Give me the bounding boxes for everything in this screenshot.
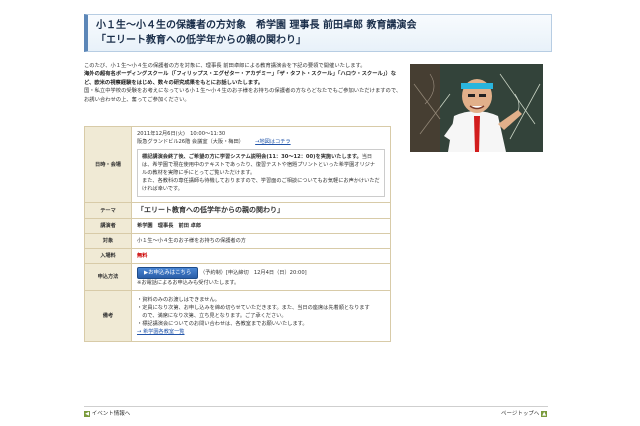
event-date: 2011年12月6日(火) 10:00〜11:30 [137, 131, 226, 137]
value-fee: 無料 [137, 253, 148, 259]
row-target: 対象 小１生〜小４生のお子様をお持ちの保護者の方 [84, 233, 391, 249]
apply-line: ▶お申込みはこちら （予約制）[申込締切 12月4日（日）20:00] [137, 267, 385, 279]
notice-bold: 標記講演会終了後、ご希望の方に学習システム説明会(11：30〜12：00)を実施… [142, 154, 362, 160]
page-top-label: ページトップへ [501, 411, 540, 417]
venue-line: 阪急グランドビル26階 会議室（大阪・梅田） →地図はコチラ [137, 138, 385, 146]
intro-paragraph-3: 国・私立中学校の受験をお考えになっている小１生〜小４生のお子様をお持ちの保護者の… [84, 88, 402, 103]
intro-paragraph-2: 海外の超有名ボーディングスクール（「フィリップス・エグゼター・アカデミー」「ザ・… [84, 71, 397, 86]
notice-text-2: また、各教科の専任講師も待機しておりますので、学習面のご相談についてもお気軽にお… [142, 178, 380, 192]
remark-1: ・資料のみのお渡しはできません。 [137, 297, 220, 303]
label-fee: 入場料 [84, 248, 132, 264]
label-remarks: 備考 [84, 290, 132, 342]
value-target: 小１生〜小４生のお子様をお持ちの保護者の方 [137, 238, 246, 244]
value-datetime: 2011年12月6日(火) 10:00〜11:30 阪急グランドビル26階 会議… [131, 126, 391, 203]
label-apply: 申込方法 [84, 263, 132, 291]
remark-3: ので、満席になり次第、立ち見となります。ご了承ください。 [137, 313, 287, 319]
explanation-notice: 標記講演会終了後、ご希望の方に学習システム説明会(11：30〜12：00)を実施… [137, 149, 385, 197]
page-top-link[interactable]: ページトップへ ▲ [501, 409, 548, 417]
row-lecturer: 講演者 希学園 理事長 前田 卓郎 [84, 218, 391, 234]
apply-deadline: （予約制）[申込締切 12月4日（日）20:00] [199, 270, 307, 276]
map-link[interactable]: →地図はコチラ [255, 139, 290, 145]
apply-button[interactable]: ▶お申込みはこちら [137, 267, 199, 279]
row-theme: テーマ 「エリート教育への低学年からの親の関わり」 [84, 202, 391, 219]
label-theme: テーマ [84, 202, 132, 219]
remark-2: ・定員になり次第、お申し込みを締め切らせていただきます。また、当日の座席は先着順… [137, 305, 370, 311]
label-datetime: 日時・会場 [84, 126, 132, 203]
row-remarks: 備考 ・資料のみのお渡しはできません。 ・定員になり次第、お申し込みを締め切らせ… [84, 290, 391, 342]
row-apply: 申込方法 ▶お申込みはこちら （予約制）[申込締切 12月4日（日）20:00]… [84, 263, 391, 291]
arrow-up-icon: ▲ [541, 410, 548, 417]
back-to-events-link[interactable]: ◀ イベント情報へ [84, 409, 130, 417]
row-fee: 入場料 無料 [84, 248, 391, 264]
label-target: 対象 [84, 233, 132, 249]
page-title-line1: 小１生〜小４生の保護者の方対象 希学園 理事長 前田卓郎 教育講演会 [96, 20, 417, 31]
event-venue: 阪急グランドビル26階 会議室（大阪・梅田） [137, 139, 244, 145]
lecturer-photo [410, 64, 543, 152]
apply-note: ※お電話によるお申込みも受付いたします。 [137, 280, 240, 286]
page-title-box: 小１生〜小４生の保護者の方対象 希学園 理事長 前田卓郎 教育講演会 「エリート… [84, 14, 552, 52]
intro-text: このたび、小１生〜小４生の保護者の方を対象に、理事長 前田卓郎による教育講演会を… [84, 62, 402, 104]
arrow-left-icon: ◀ [84, 410, 90, 417]
classroom-list-link[interactable]: → 希学園各教室一覧 [137, 328, 385, 336]
value-lecturer: 希学園 理事長 前田 卓郎 [137, 223, 202, 229]
back-to-events-label: イベント情報へ [91, 411, 131, 417]
intro-paragraph-1: このたび、小１生〜小４生の保護者の方を対象に、理事長 前田卓郎による教育講演会を… [84, 63, 366, 69]
value-theme: 「エリート教育への低学年からの親の関わり」 [137, 206, 284, 214]
bottom-divider [84, 406, 548, 407]
row-datetime: 日時・会場 2011年12月6日(火) 10:00〜11:30 阪急グランドビル… [84, 126, 391, 203]
page-title-line2: 「エリート教育への低学年からの親の関わり」 [96, 35, 306, 46]
label-lecturer: 講演者 [84, 218, 132, 234]
remark-4: ・標記講演会についてのお問い合わせは、各教室までお願いいたします。 [137, 321, 308, 327]
event-info-table: 日時・会場 2011年12月6日(火) 10:00〜11:30 阪急グランドビル… [84, 126, 391, 342]
